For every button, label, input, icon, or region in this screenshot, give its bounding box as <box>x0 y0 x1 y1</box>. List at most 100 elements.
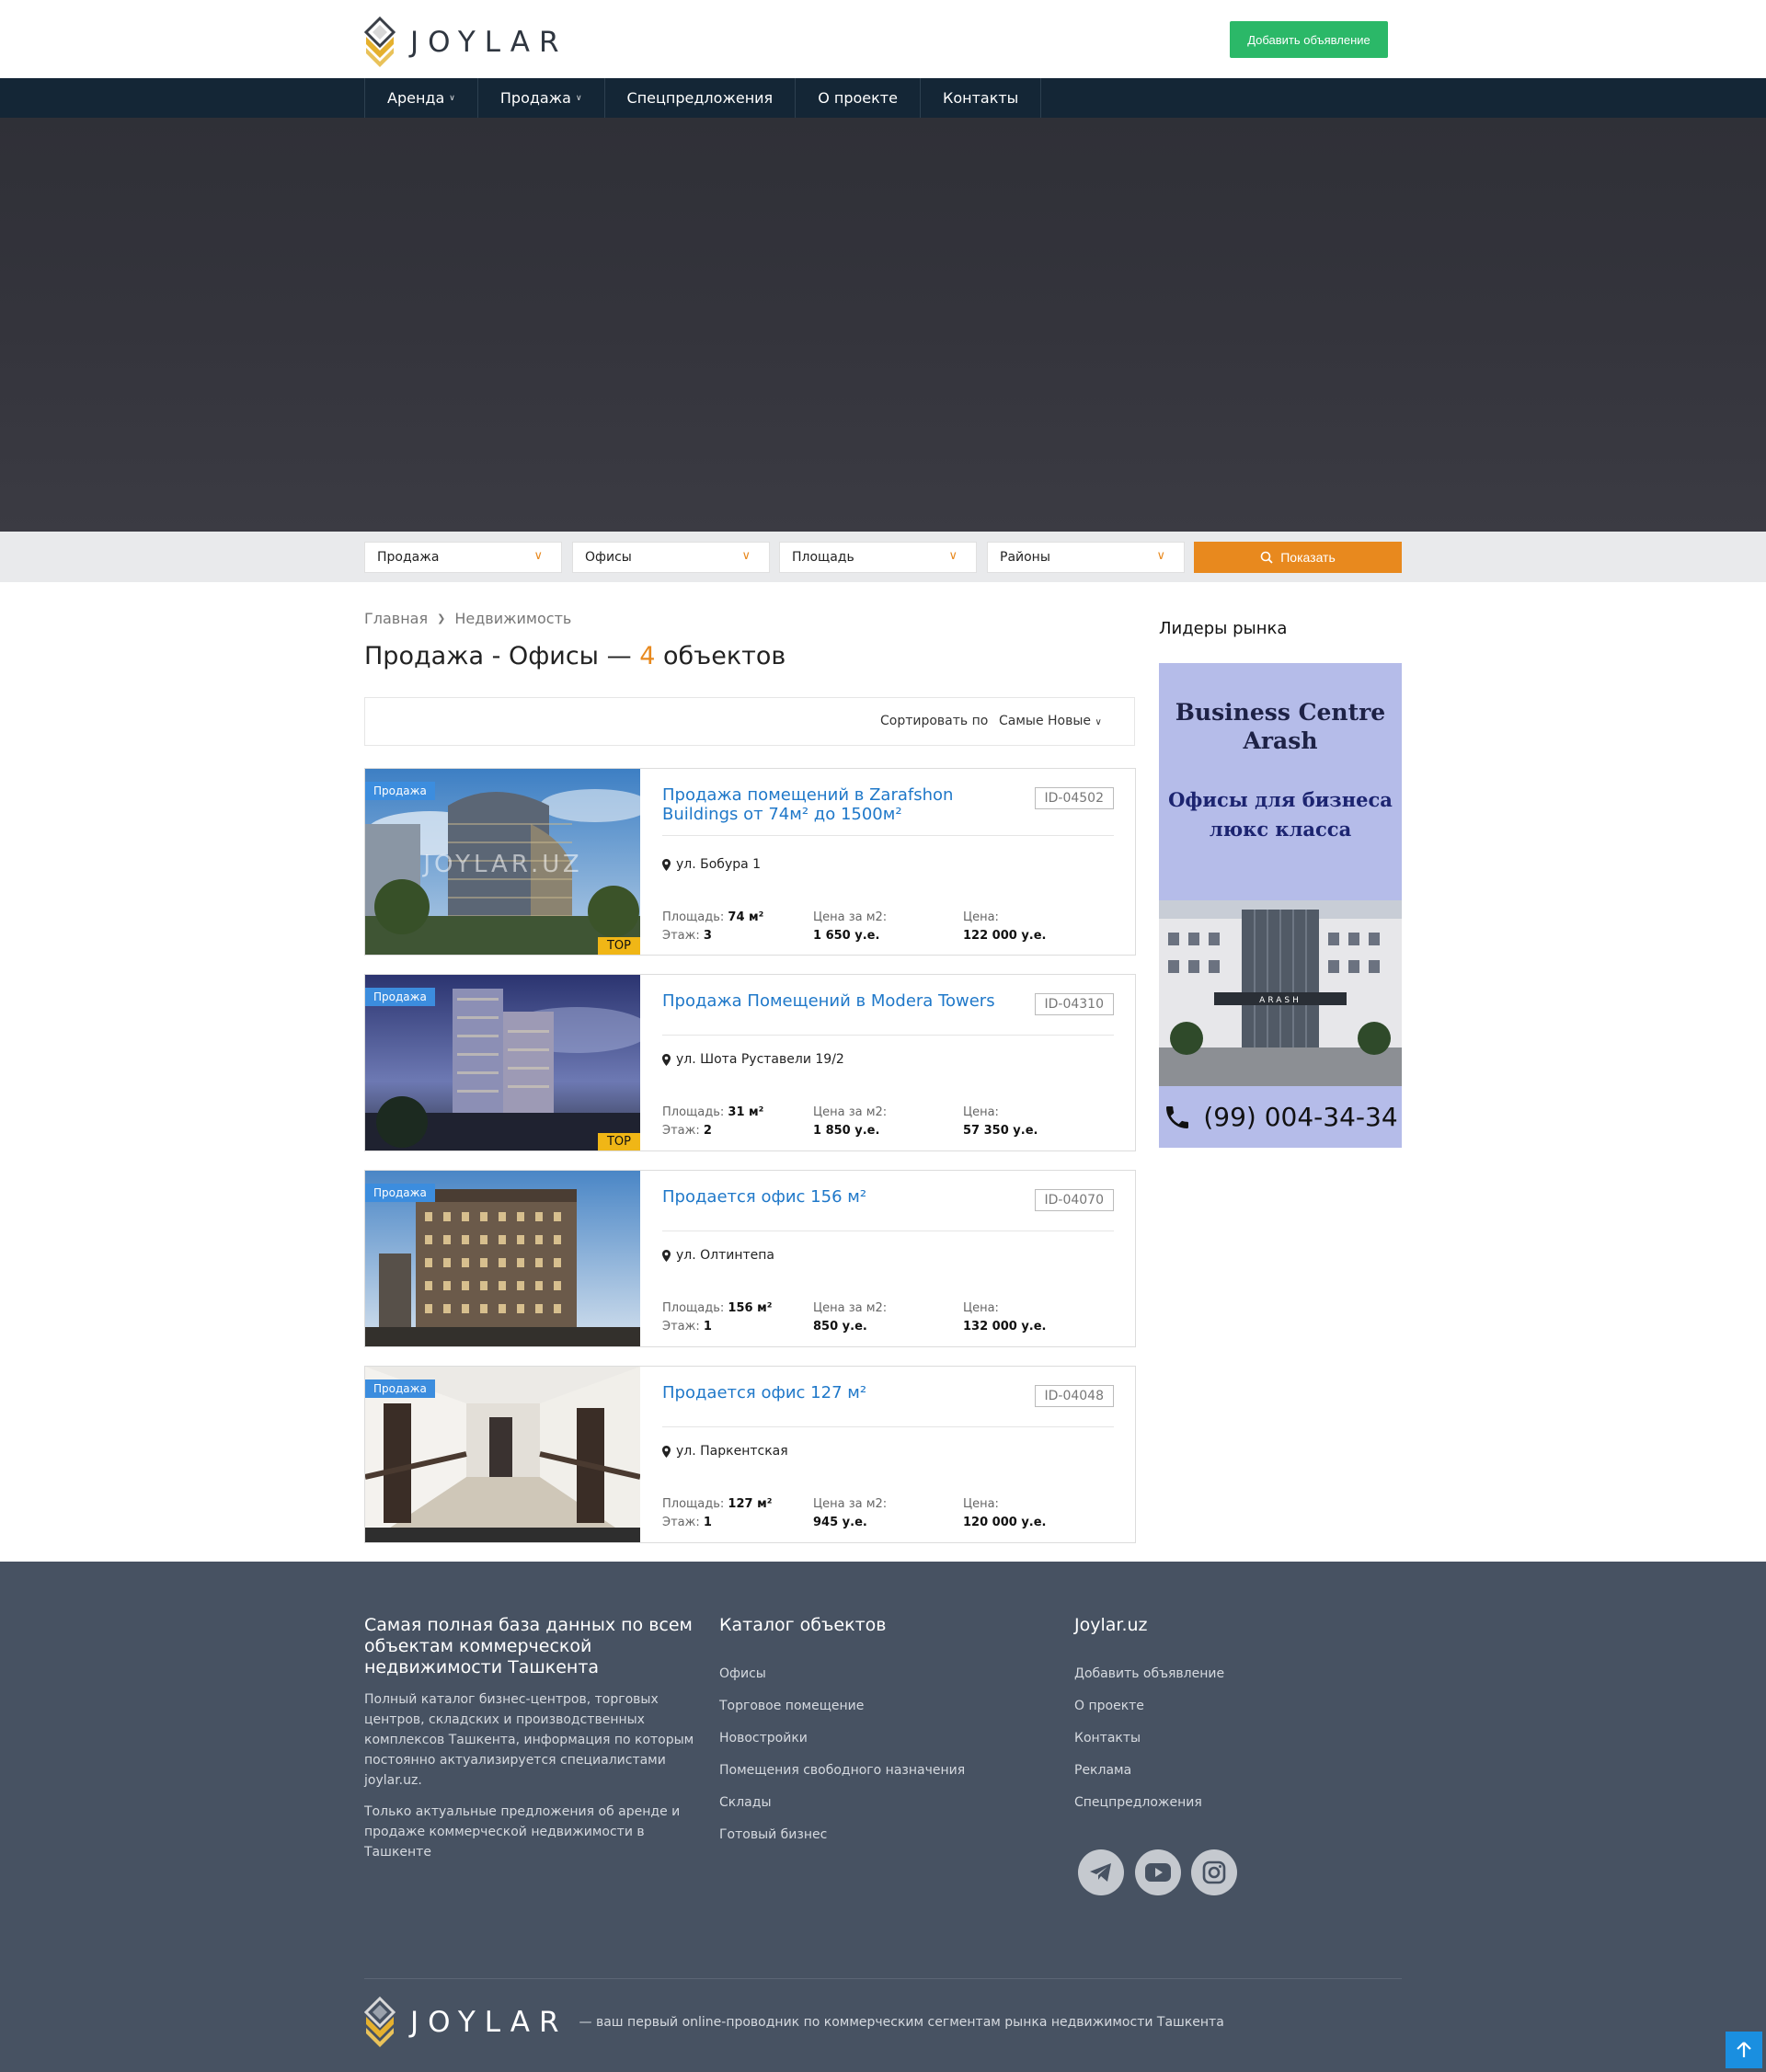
breadcrumb-home[interactable]: Главная <box>364 610 428 627</box>
area-value: 156 м² <box>728 1301 773 1315</box>
listing-card[interactable]: Продажа Продается офис 156 м² ID-04070 у… <box>364 1170 1136 1347</box>
price-value: 132 000 у.е. <box>963 1320 1047 1334</box>
area-value: 74 м² <box>728 910 764 924</box>
divider <box>662 835 1114 836</box>
footer-site-links: Joylar.uz Добавить объявление О проекте … <box>1074 1615 1387 1819</box>
telegram-icon[interactable] <box>1078 1849 1124 1895</box>
nav-item-label: Спецпредложения <box>626 89 774 107</box>
footer-link-about[interactable]: О проекте <box>1074 1690 1387 1723</box>
footer-link-ads[interactable]: Реклама <box>1074 1755 1387 1787</box>
listing-title[interactable]: Продажа Помещений в Modera Towers <box>662 991 1030 1011</box>
arrow-up-icon <box>1737 2042 1751 2057</box>
listing-id: ID-04048 <box>1034 1385 1114 1407</box>
listing-area: Площадь: 156 м² Этаж: 1 <box>662 1299 772 1336</box>
listing-title[interactable]: Продажа помещений в Zarafshon Buildings … <box>662 785 1030 824</box>
listing-title[interactable]: Продается офис 127 м² <box>662 1383 1030 1402</box>
chevron-down-icon: ∨ <box>1156 549 1165 563</box>
footer-link-warehouses[interactable]: Склады <box>719 1787 1032 1819</box>
ppm-value: 850 у.е. <box>813 1320 867 1334</box>
footer-link-offices[interactable]: Офисы <box>719 1658 1032 1690</box>
listing-card[interactable]: JOYLAR.UZ Продажа TOP Продажа помещений … <box>364 768 1136 956</box>
address-text: ул. Олтинтепа <box>676 1248 775 1263</box>
building-sign: ARASH <box>1259 996 1302 1005</box>
price-label: Цена: <box>963 1301 999 1315</box>
youtube-icon[interactable] <box>1135 1849 1181 1895</box>
footer-about: Самая полная база данных по всем объекта… <box>364 1615 695 1862</box>
district-select[interactable]: Районы ∨ <box>987 542 1185 573</box>
listing-price-per-m2: Цена за м2: 1 850 у.е. <box>813 1104 887 1140</box>
nav-item-contacts[interactable]: Контакты <box>921 78 1042 118</box>
listing-area: Площадь: 127 м² Этаж: 1 <box>662 1495 772 1532</box>
page-title: Продажа - Офисы — 4 объектов <box>364 642 786 670</box>
show-results-button[interactable]: Показать <box>1194 542 1402 573</box>
site-header: JOYLAR Добавить объявление <box>0 0 1766 78</box>
footer-link-add[interactable]: Добавить объявление <box>1074 1658 1387 1690</box>
add-listing-button[interactable]: Добавить объявление <box>1230 21 1388 58</box>
listing-address: ул. Паркентская <box>662 1444 788 1459</box>
sidebar-ad-banner[interactable]: Business Centre Arash Офисы для бизнеса … <box>1159 663 1402 1148</box>
footer-tagline: — ваш первый online-проводник по коммерч… <box>579 2015 1224 2030</box>
price-value: 122 000 у.е. <box>963 929 1047 943</box>
listing-photo[interactable]: JOYLAR.UZ Продажа TOP <box>365 769 640 955</box>
ppm-value: 1 850 у.е. <box>813 1124 880 1138</box>
ppm-value: 1 650 у.е. <box>813 929 880 943</box>
results-count: 4 <box>639 642 656 670</box>
deal-badge: Продажа <box>365 1184 435 1202</box>
breadcrumb-current: Недвижимость <box>454 610 572 627</box>
floor-label: Этаж: <box>662 929 700 943</box>
map-pin-icon <box>662 1053 671 1066</box>
footer-link-newbuilds[interactable]: Новостройки <box>719 1723 1032 1755</box>
footer-link-business[interactable]: Готовый бизнес <box>719 1819 1032 1851</box>
ppm-label: Цена за м2: <box>813 1301 888 1315</box>
sort-select[interactable]: Самые Новые ∨ <box>999 714 1102 728</box>
footer-logo[interactable]: JOYLAR — ваш первый online-проводник по … <box>364 1997 1224 2048</box>
listing-photo[interactable]: Продажа <box>365 1171 640 1346</box>
scroll-to-top-button[interactable] <box>1726 2032 1762 2068</box>
nav-item-label: Аренда <box>387 89 445 107</box>
footer-link-special[interactable]: Спецпредложения <box>1074 1787 1387 1819</box>
property-type-select[interactable]: Офисы ∨ <box>572 542 770 573</box>
nav-item-label: Продажа <box>499 89 571 107</box>
nav-item-special[interactable]: Спецпредложения <box>605 78 797 118</box>
listing-card[interactable]: Продажа TOP Продажа Помещений в Modera T… <box>364 974 1136 1151</box>
listing-photo[interactable]: Продажа <box>365 1367 640 1542</box>
nav-item-about[interactable]: О проекте <box>796 78 921 118</box>
listing-title[interactable]: Продается офис 156 м² <box>662 1187 1030 1207</box>
listing-price-per-m2: Цена за м2: 1 650 у.е. <box>813 909 887 945</box>
area-label: Площадь: <box>662 1497 725 1511</box>
price-value: 57 350 у.е. <box>963 1124 1038 1138</box>
nav-item-rent[interactable]: Аренда ∨ <box>365 78 478 118</box>
listing-card[interactable]: Продажа Продается офис 127 м² ID-04048 у… <box>364 1366 1136 1543</box>
instagram-icon[interactable] <box>1191 1849 1237 1895</box>
chevron-right-icon: ❯ <box>437 612 446 624</box>
price-label: Цена: <box>963 910 999 924</box>
sidebar-title: Лидеры рынка <box>1159 619 1288 638</box>
listing-price-per-m2: Цена за м2: 850 у.е. <box>813 1299 887 1336</box>
floor-value: 1 <box>703 1516 712 1529</box>
footer-catalog: Каталог объектов Офисы Торговое помещени… <box>719 1615 1032 1851</box>
footer-link-contacts[interactable]: Контакты <box>1074 1723 1387 1755</box>
address-text: ул. Паркентская <box>676 1444 788 1459</box>
ppm-label: Цена за м2: <box>813 1497 888 1511</box>
footer-link-retail[interactable]: Торговое помещение <box>719 1690 1032 1723</box>
address-text: ул. Бобура 1 <box>676 857 762 872</box>
ad-phone[interactable]: (99) 004-34-34 <box>1159 1086 1402 1148</box>
top-badge: TOP <box>597 1133 640 1150</box>
listing-price: Цена: 120 000 у.е. <box>963 1495 1047 1532</box>
deal-type-select[interactable]: Продажа ∨ <box>364 542 562 573</box>
site-logo[interactable]: JOYLAR <box>364 17 568 68</box>
chevron-down-icon: ∨ <box>1095 717 1102 727</box>
deal-badge: Продажа <box>365 1379 435 1398</box>
listing-address: ул. Бобура 1 <box>662 857 761 872</box>
area-select[interactable]: Площадь ∨ <box>779 542 977 573</box>
area-value: 31 м² <box>728 1105 764 1119</box>
price-label: Цена: <box>963 1497 999 1511</box>
footer-catalog-title: Каталог объектов <box>719 1615 887 1635</box>
listing-photo[interactable]: Продажа TOP <box>365 975 640 1150</box>
nav-item-label: О проекте <box>818 89 898 107</box>
chevron-down-icon: ∨ <box>575 93 582 103</box>
floor-value: 2 <box>703 1124 712 1138</box>
watermark-text: JOYLAR.UZ <box>421 851 582 878</box>
footer-link-free-purpose[interactable]: Помещения свободного назначения <box>719 1755 1032 1787</box>
nav-item-sale[interactable]: Продажа ∨ <box>478 78 605 118</box>
